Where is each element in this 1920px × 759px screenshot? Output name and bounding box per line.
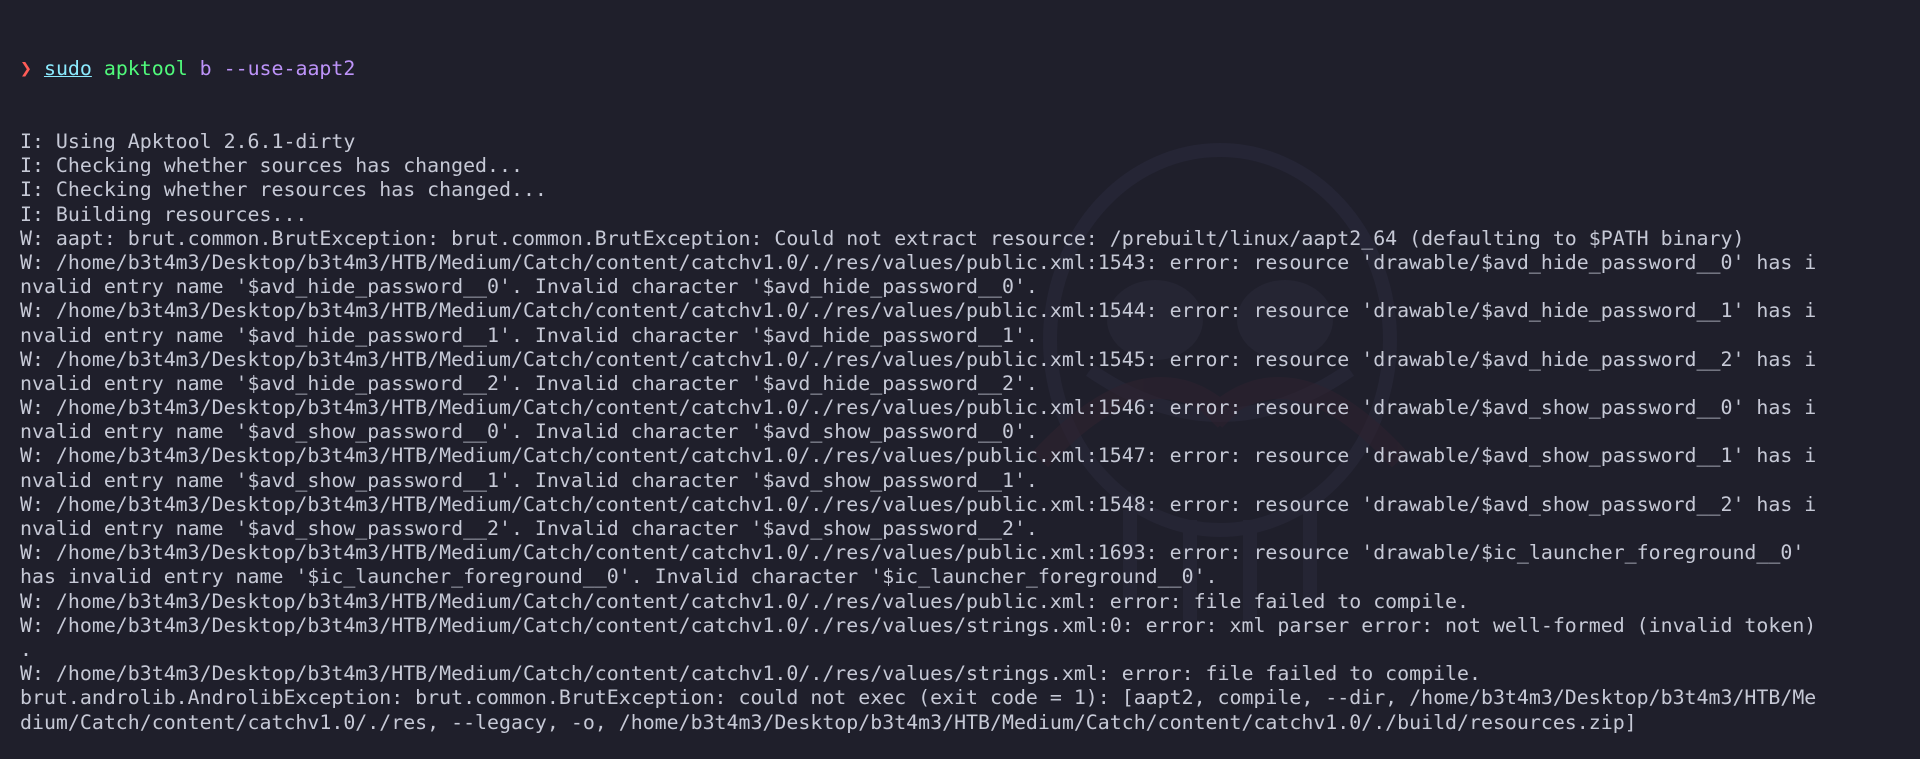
- output-line: nvalid entry name '$avd_hide_password__1…: [20, 323, 1038, 347]
- command-output: I: Using Apktool 2.6.1-dirty I: Checking …: [20, 130, 1908, 735]
- output-line: nvalid entry name '$avd_show_password__1…: [20, 468, 1038, 492]
- command-prompt-line: ❯ sudo apktool b --use-aapt2: [20, 57, 1908, 81]
- output-line: I: Checking whether resources has change…: [20, 178, 547, 202]
- output-line: W: /home/b3t4m3/Desktop/b3t4m3/HTB/Mediu…: [20, 347, 1817, 371]
- output-line: .: [20, 637, 32, 661]
- output-line: nvalid entry name '$avd_show_password__0…: [20, 420, 1038, 444]
- terminal-output: ❯ sudo apktool b --use-aapt2 I: Using Ap…: [20, 9, 1908, 759]
- command-args: b --use-aapt2: [199, 57, 356, 81]
- output-line: W: /home/b3t4m3/Desktop/b3t4m3/HTB/Mediu…: [20, 299, 1817, 323]
- output-line: I: Checking whether sources has changed.…: [20, 154, 523, 178]
- output-line: W: /home/b3t4m3/Desktop/b3t4m3/HTB/Mediu…: [20, 589, 1469, 613]
- output-line: I: Building resources...: [20, 202, 308, 226]
- output-line: W: /home/b3t4m3/Desktop/b3t4m3/HTB/Mediu…: [20, 662, 1481, 686]
- output-line: nvalid entry name '$avd_hide_password__0…: [20, 275, 1038, 299]
- output-line: W: /home/b3t4m3/Desktop/b3t4m3/HTB/Mediu…: [20, 444, 1817, 468]
- output-line: dium/Catch/content/catchv1.0/./res, --le…: [20, 710, 1637, 734]
- prompt-glyph-icon: ❯: [20, 57, 32, 81]
- output-line: has invalid entry name '$ic_launcher_for…: [20, 565, 1218, 589]
- output-line: nvalid entry name '$avd_show_password__2…: [20, 517, 1038, 540]
- command-name: apktool: [103, 57, 188, 81]
- output-line: W: /home/b3t4m3/Desktop/b3t4m3/HTB/Mediu…: [20, 250, 1817, 274]
- output-line: brut.androlib.AndrolibException: brut.co…: [20, 686, 1817, 710]
- output-line: nvalid entry name '$avd_hide_password__2…: [20, 371, 1038, 395]
- output-line: W: aapt: brut.common.BrutException: brut…: [20, 226, 1745, 250]
- output-line: W: /home/b3t4m3/Desktop/b3t4m3/HTB/Mediu…: [20, 613, 1817, 637]
- output-line: W: /home/b3t4m3/Desktop/b3t4m3/HTB/Mediu…: [20, 541, 1805, 565]
- output-line: I: Using Apktool 2.6.1-dirty: [20, 130, 356, 153]
- output-line: W: /home/b3t4m3/Desktop/b3t4m3/HTB/Mediu…: [20, 396, 1817, 420]
- output-line: W: /home/b3t4m3/Desktop/b3t4m3/HTB/Mediu…: [20, 492, 1817, 516]
- command-sudo: sudo: [43, 57, 92, 81]
